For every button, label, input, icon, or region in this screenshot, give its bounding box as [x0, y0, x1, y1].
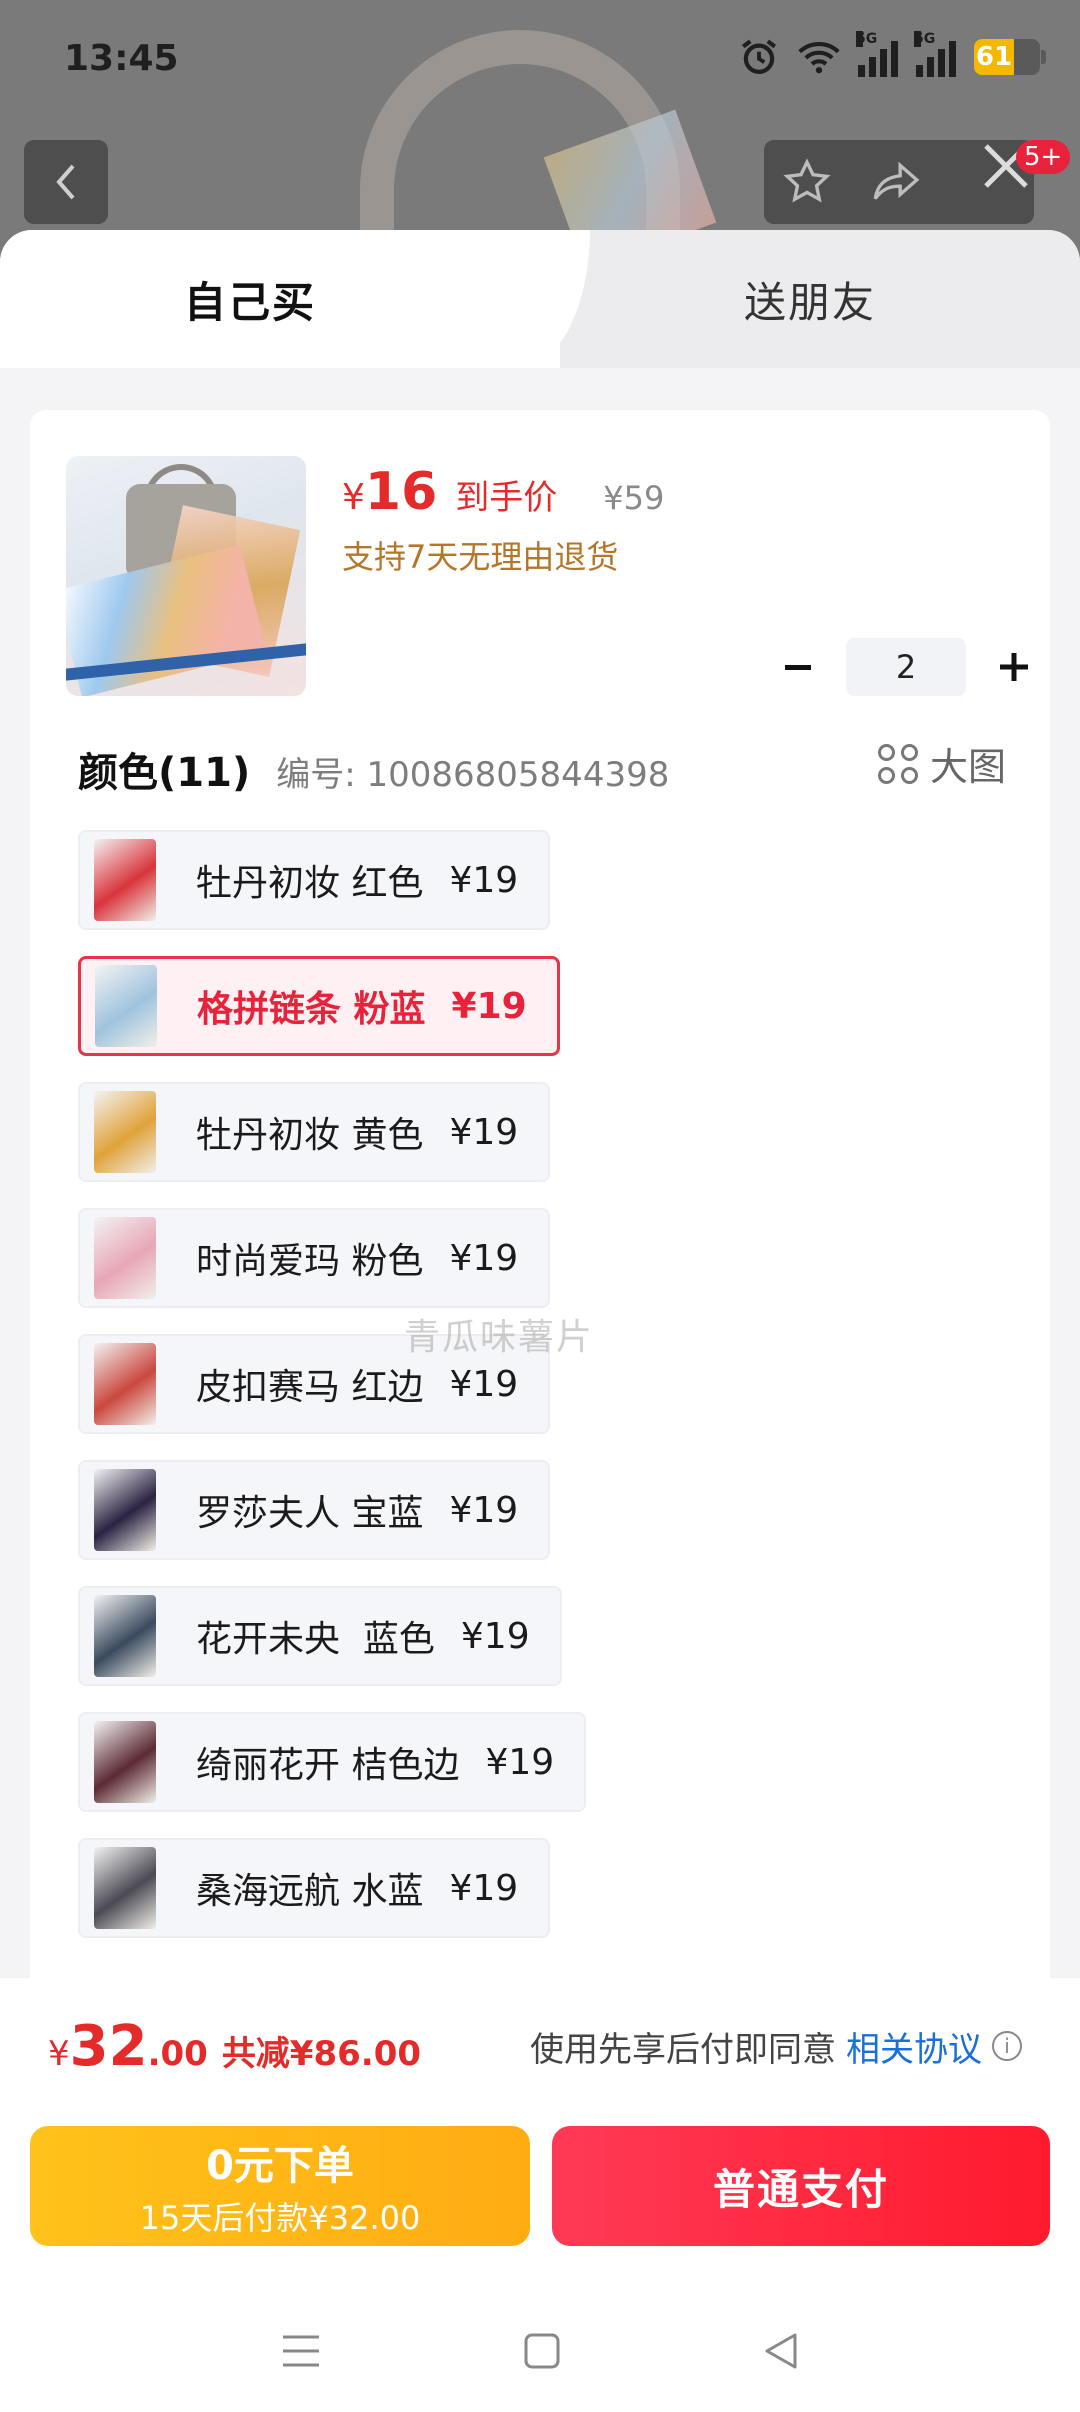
- wifi-icon: [798, 41, 840, 74]
- purchase-tabs: 自己买 送朋友: [0, 230, 1080, 368]
- color-option-label: 格拼链条 粉蓝: [197, 989, 426, 1030]
- plus-icon: [1000, 653, 1028, 681]
- color-option-price: ¥19: [449, 1867, 519, 1909]
- minus-icon: [785, 665, 811, 670]
- agreement-text: 使用先享后付即同意: [530, 2029, 836, 2070]
- quantity-increase-button[interactable]: [986, 639, 1042, 695]
- color-option-label: 花开未央 蓝色: [196, 1619, 435, 1660]
- tab-send-friend-label: 送朋友: [743, 277, 876, 327]
- color-option-thumbnail: [94, 839, 156, 921]
- color-option[interactable]: 罗莎夫人 宝蓝 ¥19: [78, 1460, 551, 1560]
- price-symbol: ¥: [342, 477, 365, 518]
- color-option-thumbnail: [95, 965, 157, 1047]
- watermark-text: 青瓜味薯片: [404, 1317, 595, 1358]
- product-card: ¥16 到手价 ¥59 支持7天无理由退货 2 颜色(11) 编号: 10086…: [30, 410, 1050, 2030]
- quantity-stepper: 2: [770, 638, 1042, 696]
- color-option-label: 绮丽花开 桔色边: [196, 1745, 460, 1786]
- grid-icon: [877, 743, 918, 784]
- color-option-price: ¥19: [460, 1615, 530, 1657]
- pay-later-button[interactable]: 0元下单 15天后付款¥32.00: [30, 2126, 530, 2246]
- info-icon[interactable]: i: [992, 2031, 1022, 2061]
- alarm-icon: [741, 39, 777, 74]
- battery-level: 61: [974, 39, 1014, 75]
- color-option[interactable]: 绮丽花开 桔色边 ¥19: [78, 1712, 587, 1812]
- share-icon[interactable]: [870, 157, 922, 207]
- total-integer: 32: [69, 2013, 148, 2079]
- big-view-label: 大图: [929, 745, 1006, 789]
- color-section-title: 颜色(11): [78, 750, 251, 796]
- menu-nav-icon[interactable]: [279, 2331, 323, 2371]
- notification-badge: 5+: [1016, 140, 1071, 174]
- color-option-thumbnail: [94, 1847, 156, 1929]
- total-price: ¥ 32 .00 共减¥86.00: [48, 2014, 421, 2079]
- color-option[interactable]: 牡丹初妆 红色 ¥19: [78, 830, 551, 930]
- product-thumbnail[interactable]: [66, 456, 306, 696]
- back-button[interactable]: [24, 140, 108, 224]
- color-option-thumbnail: [94, 1721, 156, 1803]
- color-option-label: 桑海远航 水蓝: [196, 1871, 424, 1912]
- chevron-left-icon: [56, 164, 75, 200]
- color-option-price: ¥19: [451, 985, 527, 1027]
- total-decimal: .00: [147, 2033, 208, 2074]
- original-price: ¥59: [603, 479, 665, 517]
- signal-icon: 5G: [856, 31, 898, 77]
- pay-later-title: 0元下单: [206, 2143, 354, 2189]
- color-option-price: ¥19: [485, 1741, 555, 1783]
- status-icons: 5G 5G 61: [738, 31, 1046, 78]
- signal-icon-2: 5G: [914, 31, 956, 77]
- order-summary: ¥ 32 .00 共减¥86.00 使用先享后付即同意 相关协议 i: [0, 1978, 1080, 2114]
- color-option[interactable]: 花开未央 蓝色 ¥19: [78, 1586, 562, 1686]
- pay-later-subtitle: 15天后付款¥32.00: [139, 2199, 421, 2237]
- battery-icon: 61: [974, 39, 1046, 75]
- total-symbol: ¥: [48, 2033, 70, 2074]
- tab-self-buy[interactable]: 自己买: [0, 230, 560, 368]
- tab-self-buy-label: 自己买: [183, 277, 316, 327]
- star-icon[interactable]: [782, 157, 832, 207]
- color-option[interactable]: 桑海远航 水蓝 ¥19: [78, 1838, 551, 1938]
- return-policy: 支持7天无理由退货: [342, 538, 619, 576]
- color-option-thumbnail: [94, 1217, 156, 1299]
- color-option[interactable]: 牡丹初妆 黄色 ¥19: [78, 1082, 551, 1182]
- color-option-price: ¥19: [449, 1489, 519, 1531]
- agreement-link[interactable]: 相关协议: [846, 2022, 982, 2071]
- color-option-price: ¥19: [449, 1363, 519, 1405]
- network-type-label-2: 5G: [914, 31, 936, 47]
- agreement-notice: 使用先享后付即同意 相关协议 i: [530, 2022, 1022, 2071]
- color-option-price: ¥19: [449, 1111, 519, 1153]
- final-price-tag: 到手价: [455, 478, 558, 518]
- color-option[interactable]: 时尚爱玛 粉色 ¥19: [78, 1208, 551, 1308]
- status-bar: 13:45 5G 5G 61: [0, 0, 1080, 120]
- network-type-label: 5G: [856, 31, 878, 47]
- color-option-label: 皮扣赛马 红边: [196, 1367, 424, 1408]
- color-option-label: 罗莎夫人 宝蓝: [196, 1493, 424, 1534]
- price-block: ¥16: [342, 462, 437, 522]
- system-navigation-bar: [0, 2290, 1080, 2412]
- color-option-price: ¥19: [449, 1237, 519, 1279]
- color-option-thumbnail: [94, 1469, 156, 1551]
- color-section-header: 颜色(11) 编号: 10086805844398 大图: [78, 740, 1028, 798]
- color-option-thumbnail: [94, 1091, 156, 1173]
- quantity-decrease-button[interactable]: [770, 639, 826, 695]
- purchase-sheet: 自己买 送朋友 ¥16 到手价 ¥59 支持7天无理由退货 2 颜色(11) 编…: [0, 230, 1080, 2412]
- color-option-label: 牡丹初妆 红色: [196, 863, 424, 904]
- home-nav-icon[interactable]: [522, 2331, 562, 2371]
- final-price: 16: [364, 462, 438, 522]
- price-row: ¥16 到手价 ¥59: [342, 462, 664, 522]
- big-view-toggle[interactable]: 大图: [877, 736, 1006, 791]
- color-option-thumbnail: [94, 1343, 156, 1425]
- total-saving: 共减¥86.00: [221, 2033, 422, 2074]
- color-option-label: 牡丹初妆 黄色: [196, 1115, 424, 1156]
- tab-send-friend[interactable]: 送朋友: [540, 230, 1080, 368]
- product-code: 编号: 10086805844398: [276, 755, 670, 795]
- back-nav-icon[interactable]: [761, 2331, 801, 2371]
- color-option-label: 时尚爱玛 粉色: [196, 1241, 424, 1282]
- pay-now-button[interactable]: 普通支付: [552, 2126, 1050, 2246]
- color-option-list: 牡丹初妆 红色 ¥19 格拼链条 粉蓝 ¥19 牡丹初妆 黄色 ¥19 时尚爱玛 粉色 ¥19…: [78, 830, 1038, 1964]
- color-option[interactable]: 格拼链条 粉蓝 ¥19: [78, 956, 560, 1056]
- quantity-input[interactable]: 2: [846, 638, 966, 696]
- color-option-thumbnail: [94, 1595, 156, 1677]
- color-option-price: ¥19: [449, 859, 519, 901]
- status-time: 13:45: [64, 38, 179, 79]
